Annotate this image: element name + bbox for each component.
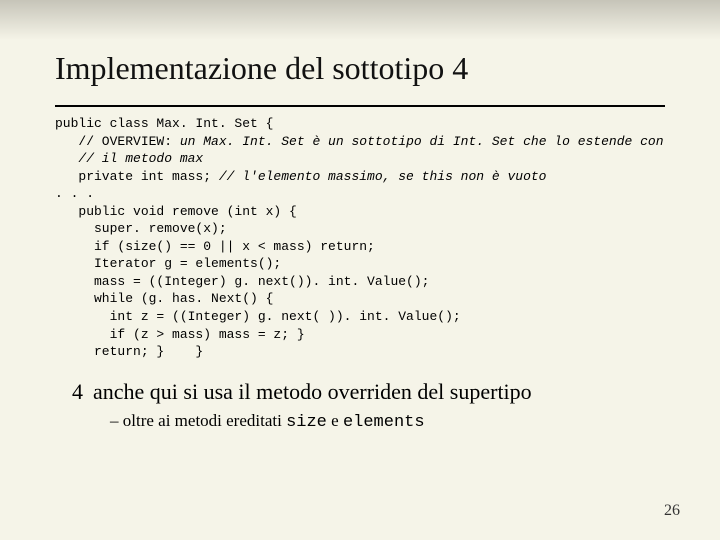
code-line: int z = ((Integer) g. next( )). int. Val… — [55, 309, 461, 324]
sub-bullet-mono: size — [286, 413, 327, 432]
slide: Implementazione del sottotipo 4 public c… — [0, 0, 720, 540]
code-line: public class Max. Int. Set { — [55, 116, 273, 131]
code-line: super. remove(x); — [55, 221, 227, 236]
code-line: if (size() == 0 || x < mass) return; — [55, 239, 375, 254]
sub-bullet-text: oltre ai metodi ereditati — [123, 411, 286, 430]
code-comment: un Max. Int. Set è un sottotipo di Int. … — [172, 134, 663, 149]
sub-bullet: – oltre ai metodi ereditati size e eleme… — [110, 411, 665, 432]
code-line: if (z > mass) mass = z; } — [55, 327, 305, 342]
code-comment: // l'elemento massimo, se this non è vuo… — [219, 169, 547, 184]
page-number: 26 — [664, 502, 680, 520]
sub-bullet-mono: elements — [343, 413, 425, 432]
code-line: return; } } — [55, 344, 203, 359]
sub-bullet-dash: – — [110, 411, 119, 430]
title-underline — [55, 105, 665, 107]
slide-title: Implementazione del sottotipo 4 — [55, 50, 665, 87]
code-line: . . . — [55, 186, 94, 201]
code-line: private int mass; — [55, 169, 219, 184]
code-line: public void remove (int x) { — [55, 204, 297, 219]
bullet-row: 4 anche qui si usa il metodo overriden d… — [55, 379, 665, 405]
code-line: mass = ((Integer) g. next()). int. Value… — [55, 274, 429, 289]
bullet-marker: 4 — [55, 379, 83, 405]
code-line: // OVERVIEW: — [55, 134, 172, 149]
code-line: while (g. has. Next() { — [55, 291, 273, 306]
code-block: public class Max. Int. Set { // OVERVIEW… — [55, 115, 665, 361]
sub-bullet-text: e — [327, 411, 343, 430]
code-comment: // il metodo max — [55, 151, 203, 166]
bullet-text: anche qui si usa il metodo overriden del… — [93, 379, 532, 405]
code-line: Iterator g = elements(); — [55, 256, 281, 271]
